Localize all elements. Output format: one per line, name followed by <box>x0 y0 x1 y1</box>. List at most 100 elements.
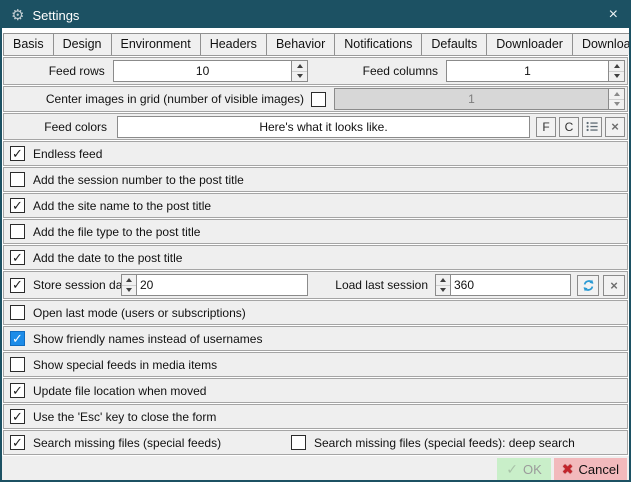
spin-down-button[interactable] <box>122 285 136 296</box>
tab-headers[interactable]: Headers <box>200 33 267 55</box>
tab-environment[interactable]: Environment <box>111 33 201 55</box>
esc-close-label: Use the 'Esc' key to close the form <box>33 410 216 424</box>
store-session-checkbox[interactable] <box>10 278 25 293</box>
reload-session-button[interactable] <box>577 275 599 296</box>
center-images-label: Center images in grid (number of visible… <box>4 92 304 106</box>
spin-up-button <box>609 89 624 99</box>
feed-rows-label: Feed rows <box>4 64 105 78</box>
feed-colors-preview <box>117 116 530 138</box>
tab-downloading[interactable]: Downloading <box>572 33 631 55</box>
refresh-icon <box>582 279 595 292</box>
row-session-data: Store session data Load last session <box>3 271 628 299</box>
settings-window: ⚙ Settings × Basis Design Environment He… <box>0 0 631 482</box>
date-title-label: Add the date to the post title <box>33 251 182 265</box>
tab-basis[interactable]: Basis <box>3 33 54 55</box>
ok-label: OK <box>523 462 542 477</box>
title-bar: ⚙ Settings × <box>2 2 629 28</box>
store-session-input[interactable] <box>137 275 307 295</box>
row-esc-close: Use the 'Esc' key to close the form <box>3 404 628 429</box>
feed-columns-input[interactable] <box>447 61 608 81</box>
clear-feed-colors-button[interactable]: × <box>605 117 625 137</box>
store-session-stepper <box>121 274 308 296</box>
spin-up-button[interactable] <box>436 275 450 285</box>
ok-check-icon: ✓ <box>506 461 518 478</box>
center-images-checkbox[interactable] <box>311 92 326 107</box>
feed-columns-label: Feed columns <box>328 64 438 78</box>
store-session-label: Store session data <box>33 278 121 292</box>
clear-session-button[interactable]: × <box>603 275 625 296</box>
esc-close-checkbox[interactable] <box>10 409 25 424</box>
center-images-stepper <box>334 88 625 110</box>
load-last-session-label: Load last session <box>326 278 428 292</box>
search-missing-deep-label: Search missing files (special feeds): de… <box>314 436 575 450</box>
row-friendly-names: Show friendly names instead of usernames <box>3 326 628 351</box>
close-icon[interactable]: × <box>607 7 620 23</box>
clear-x-icon: × <box>610 278 618 293</box>
spin-down-button[interactable] <box>436 285 450 296</box>
friendly-names-checkbox[interactable] <box>10 331 25 346</box>
feed-columns-stepper <box>446 60 625 82</box>
ok-button[interactable]: ✓ OK <box>497 458 551 480</box>
date-title-checkbox[interactable] <box>10 250 25 265</box>
feed-rows-stepper <box>113 60 309 82</box>
row-special-feeds: Show special feeds in media items <box>3 352 628 377</box>
special-feeds-label: Show special feeds in media items <box>33 358 217 372</box>
friendly-names-label: Show friendly names instead of usernames <box>33 332 262 346</box>
row-feed-grid: Feed rows Feed columns <box>3 57 628 85</box>
file-type-title-label: Add the file type to the post title <box>33 225 200 239</box>
update-file-location-checkbox[interactable] <box>10 383 25 398</box>
open-last-mode-checkbox[interactable] <box>10 305 25 320</box>
cancel-label: Cancel <box>579 462 619 477</box>
tab-notifications[interactable]: Notifications <box>334 33 422 55</box>
footer-bar: ✓ OK ✖ Cancel <box>2 456 629 482</box>
session-number-title-label: Add the session number to the post title <box>33 173 244 187</box>
row-date-title: Add the date to the post title <box>3 245 628 270</box>
cancel-button[interactable]: ✖ Cancel <box>554 458 627 480</box>
search-missing-label: Search missing files (special feeds) <box>33 436 291 450</box>
tab-design[interactable]: Design <box>53 33 112 55</box>
site-name-title-checkbox[interactable] <box>10 198 25 213</box>
list-button[interactable] <box>582 117 602 137</box>
file-type-title-checkbox[interactable] <box>10 224 25 239</box>
row-file-type-title: Add the file type to the post title <box>3 219 628 244</box>
feed-settings-content: Feed rows Feed columns Center images in … <box>2 56 629 456</box>
font-button[interactable]: F <box>536 117 556 137</box>
spin-up-button[interactable] <box>122 275 136 285</box>
session-number-title-checkbox[interactable] <box>10 172 25 187</box>
clear-x-icon: × <box>611 119 619 134</box>
spin-down-button[interactable] <box>609 71 624 82</box>
load-last-session-input[interactable] <box>451 275 570 295</box>
tab-bar: Basis Design Environment Headers Behavio… <box>2 28 629 55</box>
search-missing-checkbox[interactable] <box>10 435 25 450</box>
center-images-input <box>335 89 608 109</box>
tab-behavior[interactable]: Behavior <box>266 33 335 55</box>
window-title: Settings <box>32 8 79 23</box>
spin-down-button[interactable] <box>292 71 307 82</box>
cancel-x-icon: ✖ <box>562 461 574 478</box>
update-file-location-label: Update file location when moved <box>33 384 206 398</box>
row-update-file-location: Update file location when moved <box>3 378 628 403</box>
spin-up-button[interactable] <box>292 61 307 71</box>
tab-downloader[interactable]: Downloader <box>486 33 573 55</box>
gear-icon: ⚙ <box>11 8 24 23</box>
tab-defaults[interactable]: Defaults <box>421 33 487 55</box>
feed-rows-input[interactable] <box>114 61 292 81</box>
open-last-mode-label: Open last mode (users or subscriptions) <box>33 306 246 320</box>
load-last-session-stepper <box>435 274 571 296</box>
spin-down-button <box>609 99 624 110</box>
row-search-missing: Search missing files (special feeds) Sea… <box>3 430 628 455</box>
special-feeds-checkbox[interactable] <box>10 357 25 372</box>
search-missing-deep-checkbox[interactable] <box>291 435 306 450</box>
row-feed-colors: Feed colors F C × <box>3 113 628 140</box>
row-site-name-title: Add the site name to the post title <box>3 193 628 218</box>
row-endless-feed: Endless feed <box>3 141 628 166</box>
color-button[interactable]: C <box>559 117 579 137</box>
row-open-last-mode: Open last mode (users or subscriptions) <box>3 300 628 325</box>
feed-colors-label: Feed colors <box>4 120 107 134</box>
row-session-number-title: Add the session number to the post title <box>3 167 628 192</box>
feed-colors-preview-input[interactable] <box>118 117 529 137</box>
spin-up-button[interactable] <box>609 61 624 71</box>
site-name-title-label: Add the site name to the post title <box>33 199 211 213</box>
endless-feed-label: Endless feed <box>33 147 102 161</box>
endless-feed-checkbox[interactable] <box>10 146 25 161</box>
